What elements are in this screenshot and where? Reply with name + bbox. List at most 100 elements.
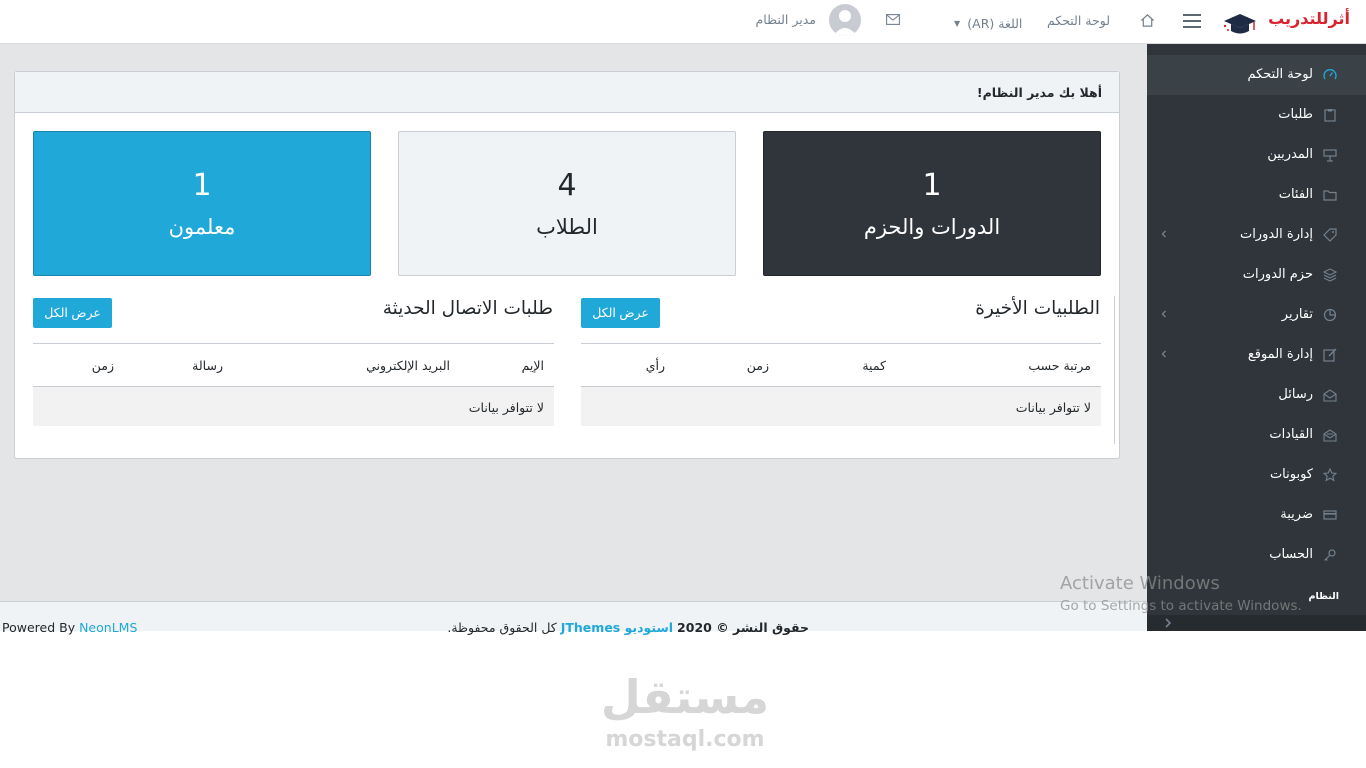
language-dropdown[interactable]: ▼ اللغة (AR) [954,13,1022,32]
sidebar-item-orders[interactable]: طلبات [1147,95,1366,135]
section-divider [1114,296,1115,444]
windows-activation-subtitle: Go to Settings to activate Windows. [1060,598,1302,614]
sidebar: لوحة التحكم طلبات المدربين الفئات إدارة … [1147,44,1366,631]
sidebar-item-leads[interactable]: القيادات [1147,415,1366,455]
chevron-left-icon [1161,350,1166,358]
mostaql-watermark-url: mostaql.com [605,727,765,752]
stat-courses-value: 1 [922,168,942,203]
sidebar-item-coupons[interactable]: كوبونات [1147,455,1366,495]
card-header: أهلا بك مدير النظام! [15,72,1119,113]
sidebar-item-label: رسائل [1278,387,1313,402]
sidebar-item-trainers[interactable]: المدربين [1147,135,1366,175]
brand-logo[interactable]: أثرللتدريب [1222,5,1350,39]
sidebar-item-reports[interactable]: تقارير [1147,295,1366,335]
table-row: لا تتوافر بيانات [33,386,554,426]
chevron-left-icon [1161,310,1166,318]
powered-prefix: Powered By [2,620,76,635]
sidebar-item-label: المدربين [1267,147,1313,162]
sidebar-item-site-management[interactable]: إدارة الموقع [1147,335,1366,375]
sidebar-minimizer[interactable] [1147,615,1366,631]
envelope-icon[interactable] [886,14,900,25]
dashboard-link[interactable]: لوحة التحكم [1047,13,1110,29]
mostaql-watermark-arabic: مستقل [600,670,770,724]
table-row: لا تتوافر بيانات [581,386,1101,426]
pie-chart-icon [1323,308,1337,322]
copyright-suffix: كل الحقوق محفوظة. [447,620,557,635]
sidebar-item-messages[interactable]: رسائل [1147,375,1366,415]
stat-teachers-label: معلمون [168,215,236,239]
stat-teachers-value: 1 [192,168,212,203]
sidebar-item-label: القيادات [1269,427,1313,442]
speedometer-icon [1323,69,1337,80]
sidebar-item-account[interactable]: الحساب [1147,535,1366,575]
stat-courses-card: 1 الدورات والحزم [763,131,1101,276]
sidebar-item-categories[interactable]: الفئات [1147,175,1366,215]
brand-name: أثرللتدريب [1268,9,1350,28]
stat-teachers-card: 1 معلمون [33,131,371,276]
presenter-icon [1323,149,1337,162]
orders-col-sort: مرتبة حسب [1028,358,1091,373]
sidebar-item-label: الفئات [1278,187,1313,202]
envelope-open-icon [1323,389,1337,402]
sidebar-item-label: تقارير [1281,307,1313,322]
windows-activation-title: Activate Windows [1060,573,1220,594]
sidebar-item-label: طلبات [1278,107,1313,122]
stat-students-label: الطلاب [536,215,598,239]
recent-contacts-table: الإيم البريد الإلكتروني رسالة زمن لا تتو… [33,343,554,426]
sidebar-item-dashboard[interactable]: لوحة التحكم [1147,55,1366,95]
edit-icon [1323,348,1337,362]
sidebar-item-course-management[interactable]: إدارة الدورات [1147,215,1366,255]
user-avatar[interactable] [829,4,861,36]
graduation-cap-icon [1223,14,1256,34]
sidebar-item-label: كوبونات [1269,467,1313,482]
contacts-col-name: الإيم [521,358,544,373]
credit-card-icon [1323,510,1337,520]
user-silhouette-icon [833,10,857,36]
orders-view-all-button[interactable]: عرض الكل [581,298,660,328]
folder-icon [1323,190,1337,201]
orders-col-quantity: كمية [862,358,886,373]
key-icon [1324,549,1336,561]
recent-orders-title: الطلبيات الأخيرة [975,298,1100,319]
sidebar-section-title: النظام [1308,591,1340,602]
sidebar-item-label: الحساب [1269,547,1313,562]
sidebar-item-label: لوحة التحكم [1247,67,1313,82]
tag-icon [1323,228,1337,242]
orders-col-time: زمن [746,358,769,373]
inbox-icon [1323,429,1337,442]
sidebar-item-tax[interactable]: ضريبة [1147,495,1366,535]
chevron-left-icon [1161,230,1166,238]
copyright: حقوق النشر © 2020 استوديو JThemes كل الح… [447,620,809,635]
dashboard-card: أهلا بك مدير النظام! 1 الدورات والحزم 4 … [14,71,1120,459]
contacts-col-message: رسالة [192,358,223,373]
user-name[interactable]: مدير النظام [756,12,816,28]
contacts-empty-text: لا تتوافر بيانات [468,400,544,415]
chevron-right-icon [1165,618,1172,628]
contacts-col-email: البريد الإلكتروني [366,358,450,373]
recent-contacts-title: طلبات الاتصال الحديثة [382,298,553,319]
sidebar-item-label: حزم الدورات [1242,267,1313,282]
contacts-view-all-button[interactable]: عرض الكل [33,298,112,328]
copyright-prefix: حقوق النشر © 2020 [677,620,809,635]
footer: Powered By NeonLMS حقوق النشر © 2020 است… [0,601,1147,635]
stat-students-card: 4 الطلاب [398,131,736,276]
neonlms-link[interactable]: NeonLMS [79,620,137,635]
sidebar-item-course-bundles[interactable]: حزم الدورات [1147,255,1366,295]
sidebar-item-label: ضريبة [1280,507,1313,522]
sidebar-item-label: إدارة الدورات [1239,227,1313,242]
star-icon [1323,468,1337,482]
powered-by: Powered By NeonLMS [2,620,137,635]
welcome-message: أهلا بك مدير النظام! [976,85,1102,100]
sidebar-item-label: إدارة الموقع [1247,347,1313,362]
hamburger-icon[interactable] [1183,13,1201,29]
layers-icon [1323,268,1337,282]
language-label: اللغة (AR) [967,15,1023,31]
app-root: أثرللتدريب لوحة التحكم ▼ اللغة (AR) مدير… [0,0,1366,768]
contacts-col-time: زمن [91,358,114,373]
caret-down-icon: ▼ [954,18,961,28]
top-header: أثرللتدريب لوحة التحكم ▼ اللغة (AR) مدير… [0,0,1366,44]
stat-students-value: 4 [557,168,577,203]
home-icon[interactable] [1140,13,1155,28]
company-link[interactable]: استوديو JThemes [561,620,673,635]
stat-courses-label: الدورات والحزم [863,215,1001,239]
